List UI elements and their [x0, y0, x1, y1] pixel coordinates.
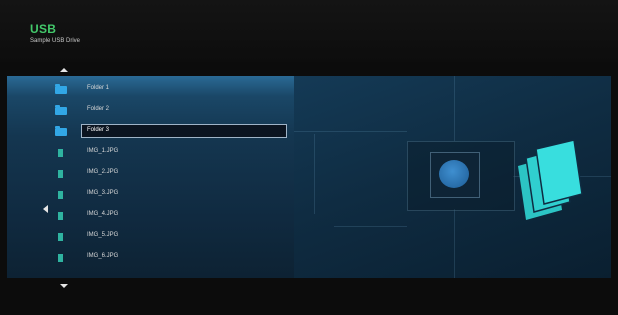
media-browser-screen: USB Sample USB Drive Folder 1 Folder 2 F… — [0, 0, 618, 315]
page-title: USB — [30, 22, 57, 36]
chevron-up-icon — [60, 68, 68, 72]
image-file-icon — [58, 233, 63, 241]
folder-icon — [55, 105, 67, 115]
image-file-icon — [58, 254, 63, 262]
list-item-label: IMG_6.JPG — [87, 253, 119, 259]
photo-stack-icon — [518, 139, 583, 220]
list-item-label: Folder 1 — [87, 85, 110, 91]
scroll-up-button[interactable] — [58, 65, 70, 75]
image-file-icon — [58, 191, 63, 199]
circuit-trace — [334, 226, 407, 227]
list-item-label: Folder 2 — [87, 106, 110, 112]
list-item-label: IMG_2.JPG — [87, 169, 119, 175]
list-item-label: IMG_3.JPG — [87, 190, 119, 196]
folder-icon — [55, 84, 67, 94]
image-file-icon — [58, 149, 63, 157]
list-item-label: IMG_5.JPG — [87, 232, 119, 238]
header: USB Sample USB Drive — [0, 0, 618, 62]
list-item-label: IMG_4.JPG — [87, 211, 119, 217]
chip-core — [439, 160, 469, 188]
chevron-down-icon — [60, 284, 68, 288]
circuit-trace — [454, 209, 455, 278]
file-list: Folder 1 Folder 2 Folder 3 IMG_1.JPG IMG… — [7, 76, 294, 278]
list-item[interactable]: Folder 1 — [7, 80, 294, 100]
preview-pane — [294, 76, 611, 278]
browser-panel: Folder 1 Folder 2 Folder 3 IMG_1.JPG IMG… — [7, 76, 611, 278]
image-file-icon — [58, 170, 63, 178]
image-file-icon — [58, 212, 63, 220]
scroll-down-button[interactable] — [58, 281, 70, 291]
list-item[interactable]: IMG_5.JPG — [7, 227, 294, 247]
selection-highlight — [81, 124, 287, 138]
list-item-label: IMG_1.JPG — [87, 148, 119, 154]
footer — [0, 292, 618, 315]
list-item-selected[interactable]: Folder 3 — [7, 122, 294, 142]
list-item[interactable]: IMG_2.JPG — [7, 164, 294, 184]
circuit-trace — [314, 134, 315, 214]
circuit-trace — [454, 76, 455, 141]
list-item[interactable]: Folder 2 — [7, 101, 294, 121]
folder-icon — [55, 126, 67, 136]
list-item[interactable]: IMG_1.JPG — [7, 143, 294, 163]
list-item[interactable]: IMG_4.JPG — [7, 206, 294, 226]
list-item-label: Folder 3 — [87, 127, 110, 133]
list-item[interactable]: IMG_6.JPG — [7, 248, 294, 268]
circuit-trace — [294, 131, 407, 132]
list-item[interactable]: IMG_3.JPG — [7, 185, 294, 205]
page-subtitle: Sample USB Drive — [30, 38, 81, 44]
